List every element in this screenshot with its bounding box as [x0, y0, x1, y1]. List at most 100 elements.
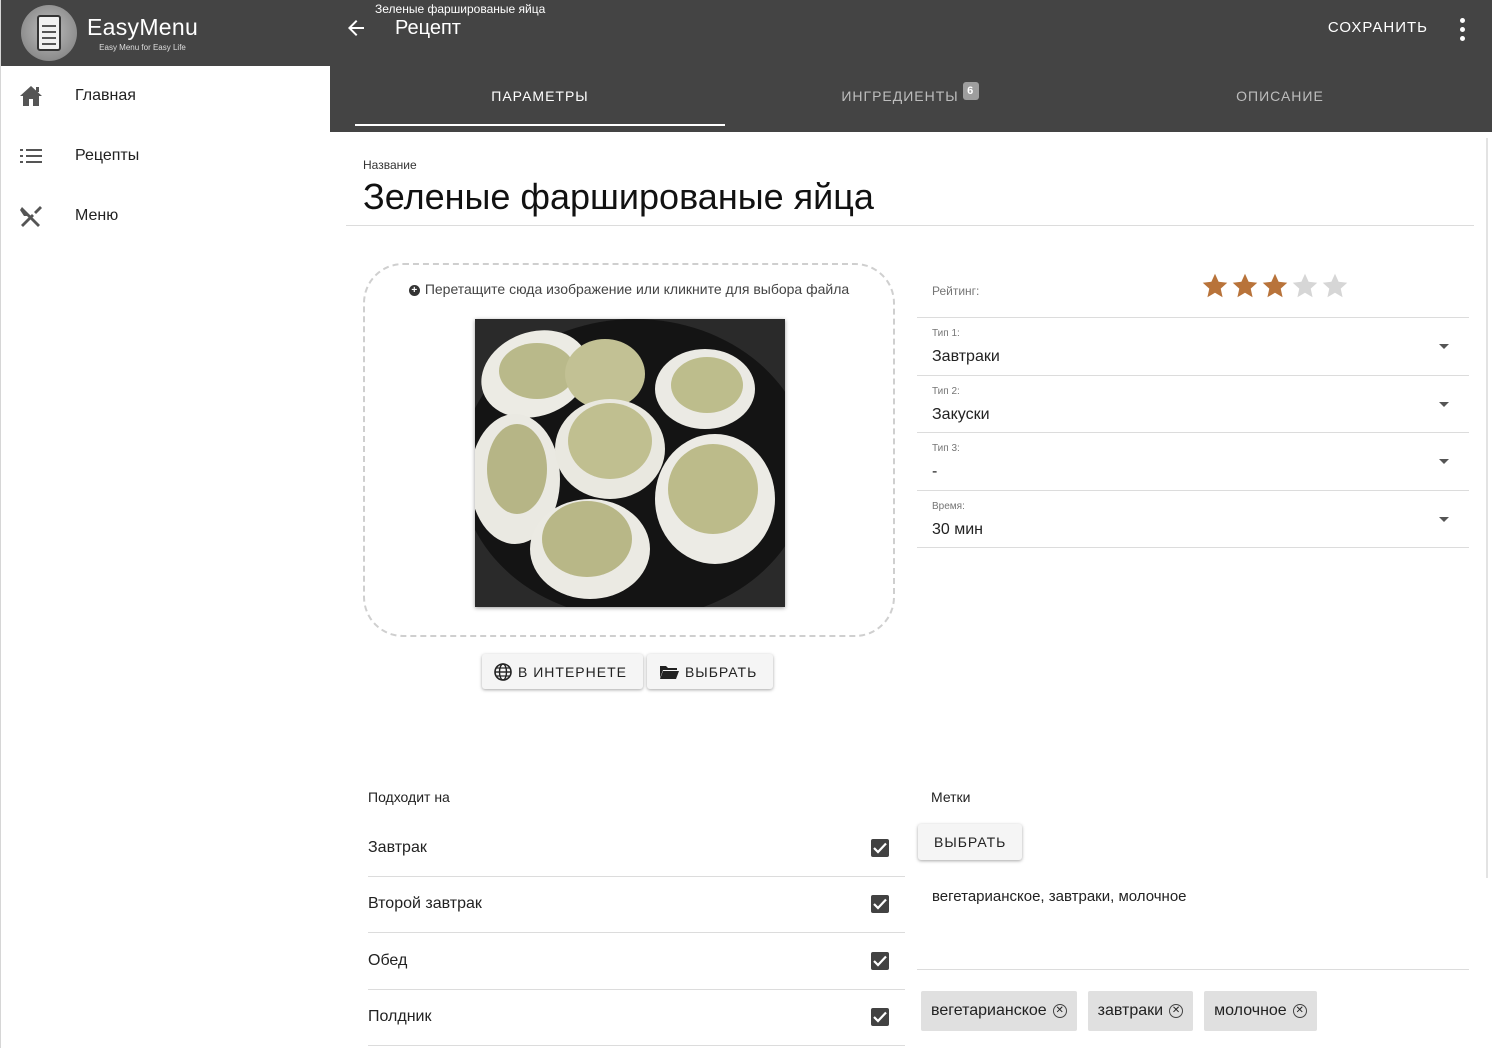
suitable-row-lunch: Обед: [368, 933, 905, 990]
save-button[interactable]: СОХРАНИТЬ: [1328, 19, 1428, 36]
afternoon-snack-checkbox[interactable]: [871, 1008, 889, 1027]
top-app-bar: Зеленые фаршированые яйца Рецепт СОХРАНИ…: [330, 0, 1492, 132]
choose-button-label: ВЫБРАТЬ: [684, 663, 758, 680]
tab-parameters[interactable]: ПАРАМЕТРЫ: [355, 66, 725, 126]
suitable-row-second-breakfast: Второй завтрак: [368, 877, 905, 933]
folder-open-icon: [659, 665, 679, 679]
stuffed-eggs-image: [475, 319, 785, 607]
dropdown-arrow-icon: [1439, 516, 1449, 522]
check-icon: [873, 1011, 887, 1023]
recipe-name-underline: [346, 225, 1474, 226]
lunch-checkbox[interactable]: [871, 951, 889, 970]
back-arrow-icon[interactable]: [344, 16, 368, 40]
home-icon: [19, 84, 43, 108]
type3-value: -: [932, 463, 938, 480]
choose-tags-button[interactable]: ВЫБРАТЬ: [918, 824, 1023, 860]
rating-stars[interactable]: [1201, 272, 1349, 300]
sidebar: EasyMenu Easy Menu for Easy Life Главная…: [0, 0, 330, 1048]
tab-ingredients[interactable]: ИНГРЕДИЕНТЫ 6: [725, 66, 1095, 126]
image-dropzone[interactable]: + Перетащите сюда изображение или кликнит…: [363, 263, 895, 637]
sidebar-item-home[interactable]: Главная: [1, 66, 330, 126]
add-circle-icon: +: [408, 285, 420, 296]
rating-row: Рейтинг:: [917, 262, 1469, 318]
dropzone-hint-text: Перетащите сюда изображение или кликните…: [424, 281, 850, 297]
header-subtitle: Зеленые фаршированые яйца: [375, 2, 546, 16]
sidebar-item-label: Главная: [75, 87, 136, 104]
internet-button-label: В ИНТЕРНЕТЕ: [518, 663, 627, 680]
more-vert-icon[interactable]: [1454, 16, 1470, 42]
suitable-title: Подходит на: [368, 789, 450, 805]
recipe-params-form: Рейтинг: Тип 1: Завтраки Тип 2: Закуски …: [917, 262, 1469, 548]
utensils-icon: [19, 204, 43, 228]
sidebar-item-menu[interactable]: Меню: [1, 186, 330, 246]
suitable-label: Второй завтрак: [368, 895, 482, 913]
type3-select[interactable]: Тип 3: -: [917, 433, 1469, 491]
time-value: 30 мин: [932, 520, 984, 538]
tag-chip: завтраки ✕: [1087, 991, 1194, 1031]
sidebar-item-label: Рецепты: [75, 147, 140, 164]
check-icon: [873, 842, 887, 854]
star-filled-icon[interactable]: [1231, 272, 1259, 300]
tag-chip: вегетарианское ✕: [921, 991, 1077, 1031]
tag-chips: вегетарианское ✕ завтраки ✕ молочное ✕: [921, 991, 1317, 1031]
tab-label: ИНГРЕДИЕНТЫ: [841, 88, 959, 104]
check-icon: [873, 955, 887, 967]
sidebar-item-label: Меню: [75, 207, 119, 224]
suitable-row-afternoon-snack: Полдник: [368, 990, 905, 1046]
type1-select[interactable]: Тип 1: Завтраки: [917, 318, 1469, 376]
suitable-label: Обед: [368, 951, 408, 969]
type2-select[interactable]: Тип 2: Закуски: [917, 376, 1469, 433]
brand: EasyMenu Easy Menu for Easy Life: [1, 0, 330, 66]
check-icon: [873, 898, 887, 910]
star-empty-icon[interactable]: [1321, 272, 1349, 300]
tab-description[interactable]: ОПИСАНИЕ: [1095, 66, 1465, 126]
rating-label: Рейтинг:: [932, 284, 980, 298]
suitable-list: Завтрак Второй завтрак Обед Полдник: [368, 820, 905, 1046]
dropdown-arrow-icon: [1439, 459, 1449, 464]
sidebar-item-recipes[interactable]: Рецепты: [1, 126, 330, 186]
list-icon: [19, 144, 43, 168]
recipe-photo: [475, 319, 785, 607]
scroll-icon: [37, 15, 61, 51]
image-source-buttons: В ИНТЕРНЕТЕ ВЫБРАТЬ: [482, 654, 774, 689]
star-filled-icon[interactable]: [1261, 272, 1289, 300]
main-content: Название Зеленые фаршированые яйца + Пере…: [330, 132, 1492, 1048]
tab-bar: ПАРАМЕТРЫ ИНГРЕДИЕНТЫ 6 ОПИСАНИЕ: [355, 66, 1465, 126]
star-filled-icon[interactable]: [1201, 272, 1229, 300]
tags-title: Метки: [931, 789, 971, 805]
tab-label: ПАРАМЕТРЫ: [491, 88, 589, 104]
dropdown-arrow-icon: [1439, 401, 1449, 407]
dropdown-arrow-icon: [1439, 344, 1449, 349]
ingredients-count-badge: 6: [962, 82, 979, 100]
tag-chip-label: завтраки: [1097, 1002, 1164, 1019]
tag-chip: молочное ✕: [1204, 991, 1317, 1031]
type1-value: Завтраки: [932, 348, 1000, 365]
tags-underline: [917, 969, 1469, 970]
suitable-label: Завтрак: [368, 838, 427, 856]
suitable-label: Полдник: [368, 1008, 432, 1026]
breakfast-checkbox[interactable]: [871, 838, 889, 857]
type1-label: Тип 1:: [932, 328, 960, 339]
type3-label: Тип 3:: [932, 443, 960, 454]
remove-tag-icon[interactable]: ✕: [1052, 1004, 1067, 1018]
app-logo: [21, 5, 77, 61]
type2-label: Тип 2:: [932, 385, 960, 397]
recipe-name-label: Название: [363, 158, 417, 172]
remove-tag-icon[interactable]: ✕: [1169, 1004, 1184, 1018]
time-select[interactable]: Время: 30 мин: [917, 491, 1469, 548]
dropzone-hint: + Перетащите сюда изображение или кликнит…: [365, 281, 893, 297]
recipe-name-input[interactable]: Зеленые фаршированые яйца: [363, 176, 874, 218]
suitable-row-breakfast: Завтрак: [368, 820, 905, 877]
remove-tag-icon[interactable]: ✕: [1292, 1004, 1307, 1018]
tag-chip-label: вегетарианское: [931, 1002, 1047, 1019]
tab-label: ОПИСАНИЕ: [1236, 88, 1324, 104]
brand-names: EasyMenu Easy Menu for Easy Life: [87, 14, 198, 52]
choose-file-button[interactable]: ВЫБРАТЬ: [646, 654, 774, 689]
scrollbar[interactable]: [1486, 138, 1488, 878]
star-empty-icon[interactable]: [1291, 272, 1319, 300]
second-breakfast-checkbox[interactable]: [871, 895, 889, 914]
app-name: EasyMenu: [87, 14, 199, 40]
internet-search-button[interactable]: В ИНТЕРНЕТЕ: [482, 654, 643, 689]
tags-text-field[interactable]: вегетарианское, завтраки, молочное: [932, 888, 1187, 905]
app-tagline: Easy Menu for Easy Life: [99, 43, 186, 52]
